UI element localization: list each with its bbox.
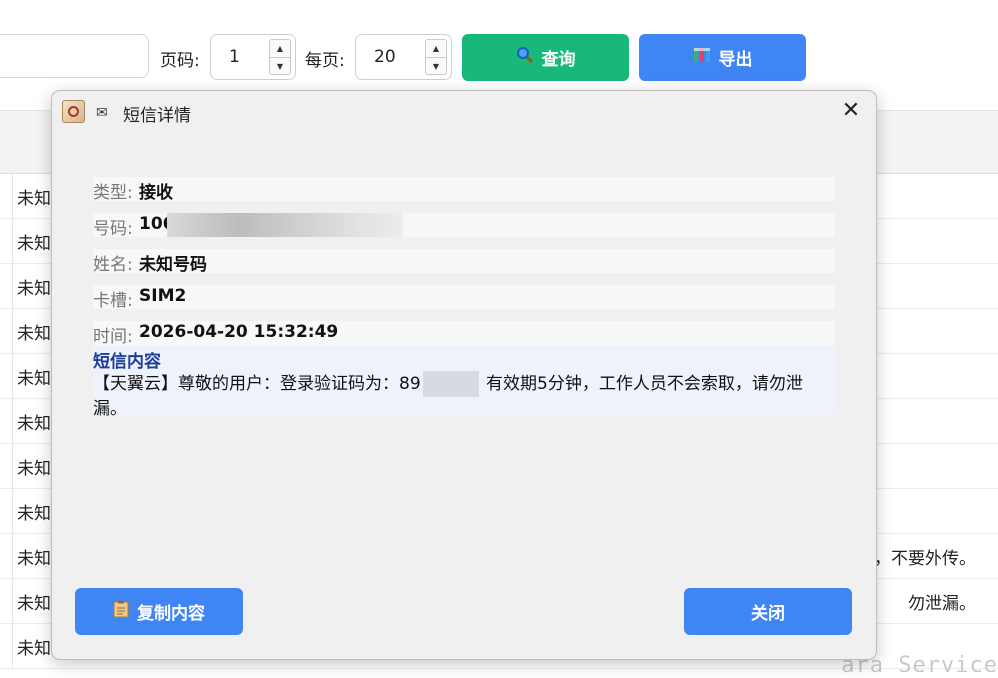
column-divider: [12, 218, 13, 263]
table-cell-content: 勿泄漏。: [908, 594, 976, 614]
table-cell-name: 未知: [17, 189, 51, 209]
slot-label: 卡槽:: [93, 291, 133, 311]
column-divider: [12, 263, 13, 308]
chevron-down-icon[interactable]: ▼: [426, 58, 446, 75]
per-page-value: 20: [374, 47, 396, 67]
clipboard-icon: [113, 600, 129, 623]
time-value: 2026-04-20 15:32:49: [139, 322, 339, 342]
field-slot: 卡槽: SIM2: [93, 285, 835, 311]
export-button-label: 导出: [718, 50, 753, 70]
column-divider: [12, 308, 13, 353]
table-cell-name: 未知: [17, 504, 51, 524]
sms-detail-dialog: ✉ 短信详情 ✕ 类型: 接收 号码: 106 姓名: 未知号码 卡槽: SIM…: [51, 90, 877, 660]
field-time: 时间: 2026-04-20 15:32:49: [93, 321, 835, 347]
per-page-stepper[interactable]: 20 ▲ ▼: [355, 34, 452, 80]
table-cell-name: 未知: [17, 414, 51, 434]
type-label: 类型:: [93, 183, 133, 203]
page-label: 页码:: [160, 51, 200, 71]
redacted-code: [422, 371, 479, 397]
column-divider: [12, 443, 13, 488]
envelope-icon: ✉: [96, 105, 108, 121]
column-divider: [12, 173, 13, 218]
chevron-down-icon[interactable]: ▼: [270, 58, 290, 75]
name-value: 未知号码: [139, 255, 207, 275]
column-divider: [12, 398, 13, 443]
export-button[interactable]: 导出: [639, 34, 806, 81]
content-title: 短信内容: [93, 352, 161, 372]
close-button-label: 关闭: [751, 604, 785, 624]
per-page-label: 每页:: [305, 51, 345, 71]
search-icon: [516, 46, 534, 69]
type-value: 接收: [139, 183, 173, 203]
column-divider: [12, 578, 13, 623]
redacted-number: [167, 213, 403, 237]
sms-content-section: 短信内容 【天翼云】尊敬的用户：登录验证码为：89 有效期5分钟，工作人员不会索…: [93, 345, 835, 419]
page-stepper-arrows[interactable]: ▲ ▼: [269, 39, 291, 75]
page-number-stepper[interactable]: 1 ▲ ▼: [210, 34, 296, 80]
column-divider: [12, 488, 13, 533]
time-label: 时间:: [93, 327, 133, 347]
query-button-label: 查询: [541, 50, 576, 70]
table-cell-name: 未知: [17, 639, 51, 659]
table-cell-name: 未知: [17, 234, 51, 254]
table-cell-name: 未知: [17, 324, 51, 344]
table-cell-name: 未知: [17, 369, 51, 389]
dialog-titlebar[interactable]: ✉ 短信详情 ✕: [52, 91, 876, 133]
chevron-up-icon[interactable]: ▲: [270, 40, 290, 58]
column-divider: [12, 623, 13, 668]
close-button[interactable]: 关闭: [684, 588, 852, 635]
column-divider: [12, 353, 13, 398]
search-input[interactable]: [0, 34, 149, 78]
table-cell-name: 未知: [17, 279, 51, 299]
table-cell-name: 未知: [17, 459, 51, 479]
table-cell-name: 未知: [17, 594, 51, 614]
slot-value: SIM2: [139, 286, 187, 306]
copy-content-label: 复制内容: [137, 604, 205, 624]
per-page-stepper-arrows[interactable]: ▲ ▼: [425, 39, 447, 75]
field-type: 类型: 接收: [93, 177, 835, 203]
copy-content-button[interactable]: 复制内容: [75, 588, 243, 635]
field-number: 号码: 106: [93, 213, 835, 239]
query-button[interactable]: 查询: [462, 34, 629, 81]
export-icon: [693, 46, 711, 69]
app-logo-icon: [62, 100, 85, 123]
content-text-before: 【天翼云】尊敬的用户：登录验证码为：89: [93, 374, 421, 394]
field-name: 姓名: 未知号码: [93, 249, 835, 275]
close-icon[interactable]: ✕: [838, 98, 864, 124]
sms-content-text: 【天翼云】尊敬的用户：登录验证码为：89 有效期5分钟，工作人员不会索取，请勿泄…: [93, 371, 835, 421]
number-label: 号码:: [93, 219, 133, 239]
column-divider: [12, 533, 13, 578]
chevron-up-icon[interactable]: ▲: [426, 40, 446, 58]
table-cell-name: 未知: [17, 549, 51, 569]
table-cell-content: ，不要外传。: [874, 549, 976, 569]
page-number-value: 1: [229, 47, 240, 67]
dialog-title: 短信详情: [123, 106, 191, 126]
name-label: 姓名:: [93, 255, 133, 275]
